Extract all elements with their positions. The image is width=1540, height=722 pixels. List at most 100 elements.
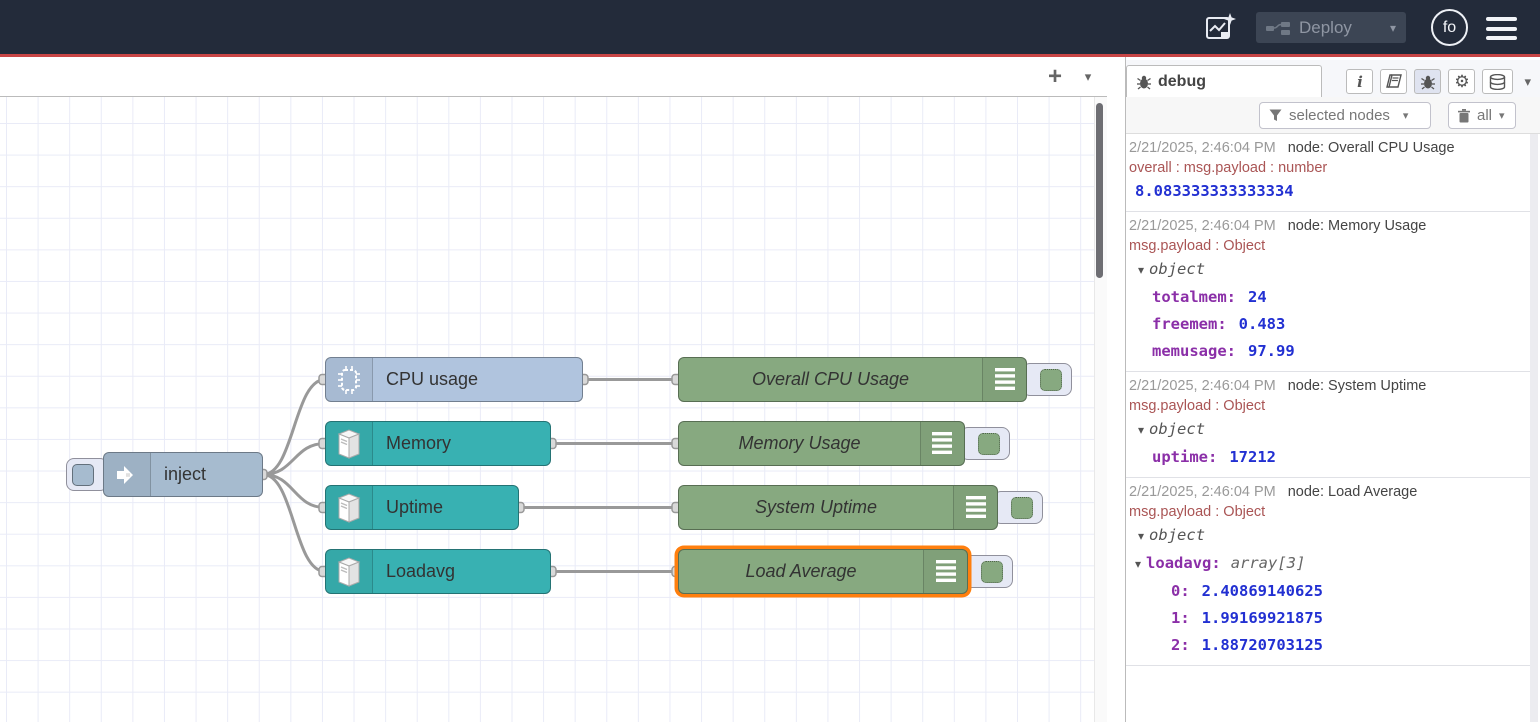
node-label: System Uptime <box>742 497 890 518</box>
collapse-caret-icon[interactable]: ▾ <box>1138 529 1144 543</box>
deploy-caret-icon[interactable]: ▾ <box>1380 21 1396 35</box>
canvas-scrollbar-thumb[interactable] <box>1096 103 1103 278</box>
server-tower-icon <box>334 491 364 525</box>
cpu-chip-icon <box>336 365 362 395</box>
node-uptime[interactable]: Uptime <box>325 485 519 530</box>
filter-label: selected nodes <box>1289 107 1390 124</box>
sidebar-scrollbar-track[interactable] <box>1530 134 1538 722</box>
bug-icon <box>1420 74 1436 90</box>
context-data-tab-button[interactable] <box>1482 69 1513 94</box>
node-overall-cpu-usage[interactable]: Overall CPU Usage <box>678 357 1027 402</box>
object-entry: totalmem: 24 <box>1129 284 1529 311</box>
help-tab-button[interactable] <box>1380 69 1407 94</box>
menu-bar <box>1486 27 1517 31</box>
entry-value: 1.88720703125 <box>1202 636 1323 654</box>
message-meta: 2/21/2025, 2:46:04 PM node: Overall CPU … <box>1129 138 1529 158</box>
chart-sparkle-icon <box>1202 10 1238 46</box>
cpu-icon-region <box>326 358 373 401</box>
source-node: node: Memory Usage <box>1288 216 1427 236</box>
sidebar-menu-caret-icon[interactable]: ▾ <box>1524 74 1531 90</box>
message-property: msg.payload : Object <box>1129 236 1529 256</box>
collapse-caret-icon[interactable]: ▾ <box>1138 263 1144 277</box>
inject-trigger-inner <box>72 464 94 486</box>
message-property: msg.payload : Object <box>1129 502 1529 522</box>
debug-toggle-button[interactable] <box>960 427 1010 460</box>
funnel-icon <box>1269 109 1282 122</box>
user-avatar[interactable]: fo <box>1431 9 1468 46</box>
entry-value: 24 <box>1248 288 1267 306</box>
inject-icon-region <box>104 453 151 496</box>
assistant-chart-sparkle-icon[interactable] <box>1201 9 1239 47</box>
sidebar-tab-row: debug i <box>1126 60 1540 97</box>
tab-debug[interactable]: debug <box>1126 65 1322 98</box>
collapse-caret-icon[interactable]: ▾ <box>1138 423 1144 437</box>
object-label: object <box>1149 526 1205 544</box>
node-label: Load Average <box>732 561 869 582</box>
object-row: ▾ object <box>1129 522 1529 550</box>
entry-key: totalmem: <box>1152 288 1236 306</box>
entry-key: 2: <box>1171 636 1190 654</box>
debug-message: 2/21/2025, 2:46:04 PM node: Overall CPU … <box>1126 134 1533 212</box>
server-icon-region <box>326 550 373 593</box>
avatar-initials: fo <box>1443 19 1456 37</box>
object-label: object <box>1149 420 1205 438</box>
node-load-average[interactable]: Load Average <box>678 549 968 594</box>
object-label: object <box>1149 260 1205 278</box>
filter-selected-nodes-button[interactable]: selected nodes ▾ <box>1259 102 1431 129</box>
clear-caret-icon: ▾ <box>1499 109 1505 122</box>
flow-canvas[interactable] <box>0 97 1107 722</box>
timestamp: 2/21/2025, 2:46:04 PM <box>1129 216 1276 236</box>
deploy-button[interactable]: Deploy ▾ <box>1256 12 1406 43</box>
book-icon <box>1386 74 1402 89</box>
entry-value: 17212 <box>1229 448 1276 466</box>
deploy-label: Deploy <box>1299 18 1352 38</box>
inject-trigger-button[interactable] <box>66 458 108 491</box>
debug-toggle-button[interactable] <box>1022 363 1072 396</box>
object-entry: uptime: 17212 <box>1129 444 1529 471</box>
filter-caret-icon: ▾ <box>1403 109 1409 122</box>
menu-bar <box>1486 36 1517 40</box>
message-value: 8.083333333333334 <box>1129 178 1529 205</box>
node-memory[interactable]: Memory <box>325 421 551 466</box>
entry-key: uptime: <box>1152 448 1217 466</box>
node-label: Loadavg <box>373 561 468 582</box>
sidebar-icon-buttons: i <box>1346 69 1531 94</box>
main-menu-button[interactable] <box>1486 17 1517 40</box>
node-label: inject <box>151 464 219 485</box>
config-nodes-tab-button[interactable]: ⚙ <box>1448 69 1475 94</box>
entry-key: memusage: <box>1152 342 1236 360</box>
object-row: ▾ object <box>1129 416 1529 444</box>
message-meta: 2/21/2025, 2:46:04 PM node: Load Average <box>1129 482 1529 502</box>
entry-value: 1.99169921875 <box>1202 609 1323 627</box>
array-item: 1: 1.99169921875 <box>1129 605 1529 632</box>
collapse-caret-icon[interactable]: ▾ <box>1135 557 1141 571</box>
add-flow-button[interactable]: + <box>1040 62 1070 92</box>
debug-toggle-button[interactable] <box>963 555 1013 588</box>
debug-tab-button[interactable] <box>1414 69 1441 94</box>
server-icon-region <box>326 486 373 529</box>
server-tower-icon <box>334 427 364 461</box>
debug-list-icon-region <box>920 422 964 465</box>
node-inject[interactable]: inject <box>103 452 263 497</box>
timestamp: 2/21/2025, 2:46:04 PM <box>1129 482 1276 502</box>
object-entry: memusage:97.99 <box>1129 338 1529 365</box>
entry-key: 1: <box>1171 609 1190 627</box>
node-label: Memory Usage <box>725 433 873 454</box>
debug-filter-row: selected nodes ▾ all ▾ <box>1126 97 1540 134</box>
node-loadavg[interactable]: Loadavg <box>325 549 551 594</box>
node-system-uptime[interactable]: System Uptime <box>678 485 998 530</box>
debug-toggle-button[interactable] <box>993 491 1043 524</box>
debug-message: 2/21/2025, 2:46:04 PM node: Memory Usage… <box>1126 212 1533 372</box>
bug-icon <box>1136 74 1152 90</box>
flow-list-caret-icon[interactable]: ▾ <box>1076 62 1100 92</box>
info-tab-button[interactable]: i <box>1346 69 1373 94</box>
node-cpu-usage[interactable]: CPU usage <box>325 357 583 402</box>
server-tower-icon <box>334 555 364 589</box>
node-memory-usage[interactable]: Memory Usage <box>678 421 965 466</box>
sidebar-resize-handle[interactable] <box>1107 57 1125 722</box>
deploy-nodes-icon <box>1266 21 1290 35</box>
clear-messages-button[interactable]: all ▾ <box>1448 102 1516 129</box>
arrow-right-icon <box>116 465 138 485</box>
message-meta: 2/21/2025, 2:46:04 PM node: Memory Usage <box>1129 216 1529 236</box>
server-icon-region <box>326 422 373 465</box>
